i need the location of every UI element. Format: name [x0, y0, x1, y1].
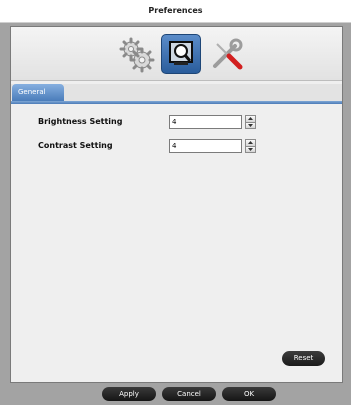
- tab-strip: General: [11, 84, 342, 101]
- gears-icon[interactable]: [116, 34, 156, 74]
- preferences-panel: General Brightness Setting 4 Contrast Se…: [10, 26, 343, 383]
- monitor-magnifier-icon[interactable]: [161, 34, 201, 74]
- wrench-screwdriver-icon[interactable]: [207, 34, 247, 74]
- contrast-decrease-button[interactable]: [245, 146, 256, 153]
- chevron-down-icon: [248, 124, 253, 127]
- contrast-field[interactable]: 4: [169, 139, 242, 153]
- contrast-label: Contrast Setting: [38, 141, 113, 150]
- window-title: Preferences: [0, 0, 351, 23]
- settings-content: Brightness Setting 4 Contrast Setting 4: [11, 104, 342, 382]
- category-toolbar: [11, 27, 342, 81]
- brightness-field[interactable]: 4: [169, 115, 242, 129]
- brightness-increase-button[interactable]: [245, 115, 256, 122]
- reset-button[interactable]: Reset: [282, 351, 325, 366]
- brightness-row: Brightness Setting 4: [11, 115, 342, 133]
- contrast-row: Contrast Setting 4: [11, 139, 342, 157]
- chevron-up-icon: [248, 117, 253, 120]
- dialog-button-bar: Apply Cancel OK: [0, 383, 351, 405]
- chevron-down-icon: [248, 148, 253, 151]
- tab-general[interactable]: General: [12, 84, 64, 101]
- contrast-spinner: [245, 139, 256, 154]
- brightness-spinner: [245, 115, 256, 130]
- chevron-up-icon: [248, 141, 253, 144]
- brightness-label: Brightness Setting: [38, 117, 123, 126]
- ok-button[interactable]: OK: [222, 387, 276, 401]
- contrast-increase-button[interactable]: [245, 139, 256, 146]
- brightness-decrease-button[interactable]: [245, 122, 256, 129]
- apply-button[interactable]: Apply: [102, 387, 156, 401]
- preferences-window: Preferences General Brightness Setting 4…: [0, 0, 351, 405]
- cancel-button[interactable]: Cancel: [162, 387, 216, 401]
